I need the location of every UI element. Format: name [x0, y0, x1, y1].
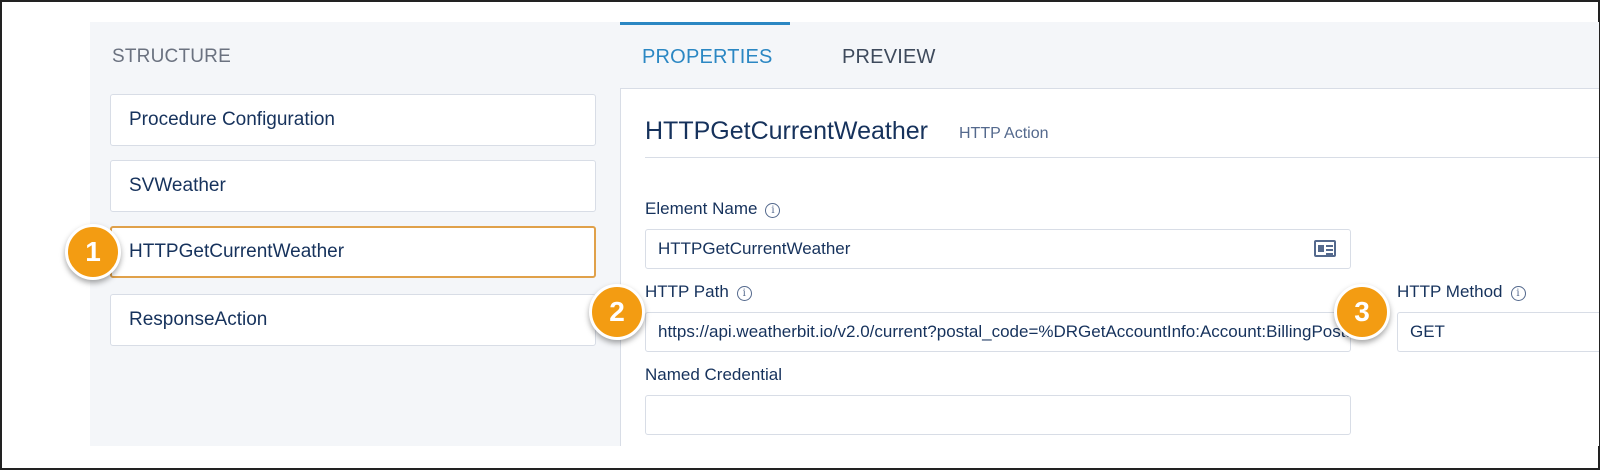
tab-properties[interactable]: PROPERTIES: [642, 46, 773, 69]
http-method-value: GET: [1410, 322, 1445, 341]
tab-preview[interactable]: PREVIEW: [842, 46, 936, 69]
structure-header: STRUCTURE: [112, 46, 231, 67]
title-divider: [645, 157, 1599, 158]
info-icon[interactable]: i: [1510, 286, 1526, 301]
structure-item-responseaction[interactable]: ResponseAction: [110, 294, 596, 346]
http-method-label-text: HTTP Method: [1397, 282, 1503, 301]
callout-badge-1: 1: [65, 224, 121, 280]
element-type-label: HTTP Action: [959, 125, 1049, 142]
app-canvas: STRUCTURE Procedure Configuration SVWeat…: [90, 22, 1599, 446]
element-title: HTTPGetCurrentWeather: [645, 117, 928, 145]
http-path-label-text: HTTP Path: [645, 282, 729, 301]
structure-item-httpgetcurrentweather[interactable]: HTTPGetCurrentWeather: [110, 226, 596, 278]
structure-item-procedure-configuration[interactable]: Procedure Configuration: [110, 94, 596, 146]
callout-badge-3: 3: [1334, 284, 1390, 340]
structure-item-label: ResponseAction: [129, 309, 268, 330]
http-method-label: HTTP Method i: [1397, 282, 1526, 302]
element-name-label: Element Name i: [645, 199, 781, 219]
structure-item-label: HTTPGetCurrentWeather: [129, 241, 345, 262]
element-name-input[interactable]: HTTPGetCurrentWeather: [645, 229, 1351, 269]
http-path-label: HTTP Path i: [645, 282, 752, 302]
info-icon[interactable]: i: [765, 203, 781, 218]
http-method-input[interactable]: GET: [1397, 312, 1599, 352]
named-credential-label: Named Credential: [645, 365, 783, 384]
named-credential-input[interactable]: [645, 395, 1351, 435]
callout-badge-2: 2: [589, 284, 645, 340]
element-name-label-text: Element Name: [645, 199, 758, 218]
structure-item-svweather[interactable]: SVWeather: [110, 160, 596, 212]
screenshot-frame: STRUCTURE Procedure Configuration SVWeat…: [0, 0, 1600, 470]
element-name-value: HTTPGetCurrentWeather: [658, 239, 851, 258]
http-path-input[interactable]: https://api.weatherbit.io/v2.0/current?p…: [645, 312, 1351, 352]
info-icon[interactable]: i: [736, 286, 752, 301]
http-path-value: https://api.weatherbit.io/v2.0/current?p…: [658, 322, 1351, 341]
properties-panel: HTTPGetCurrentWeather HTTP Action Elemen…: [620, 88, 1599, 446]
structure-item-label: SVWeather: [129, 175, 226, 196]
contact-card-icon[interactable]: [1314, 240, 1336, 257]
structure-item-label: Procedure Configuration: [129, 109, 335, 130]
active-tab-indicator: [620, 22, 790, 25]
